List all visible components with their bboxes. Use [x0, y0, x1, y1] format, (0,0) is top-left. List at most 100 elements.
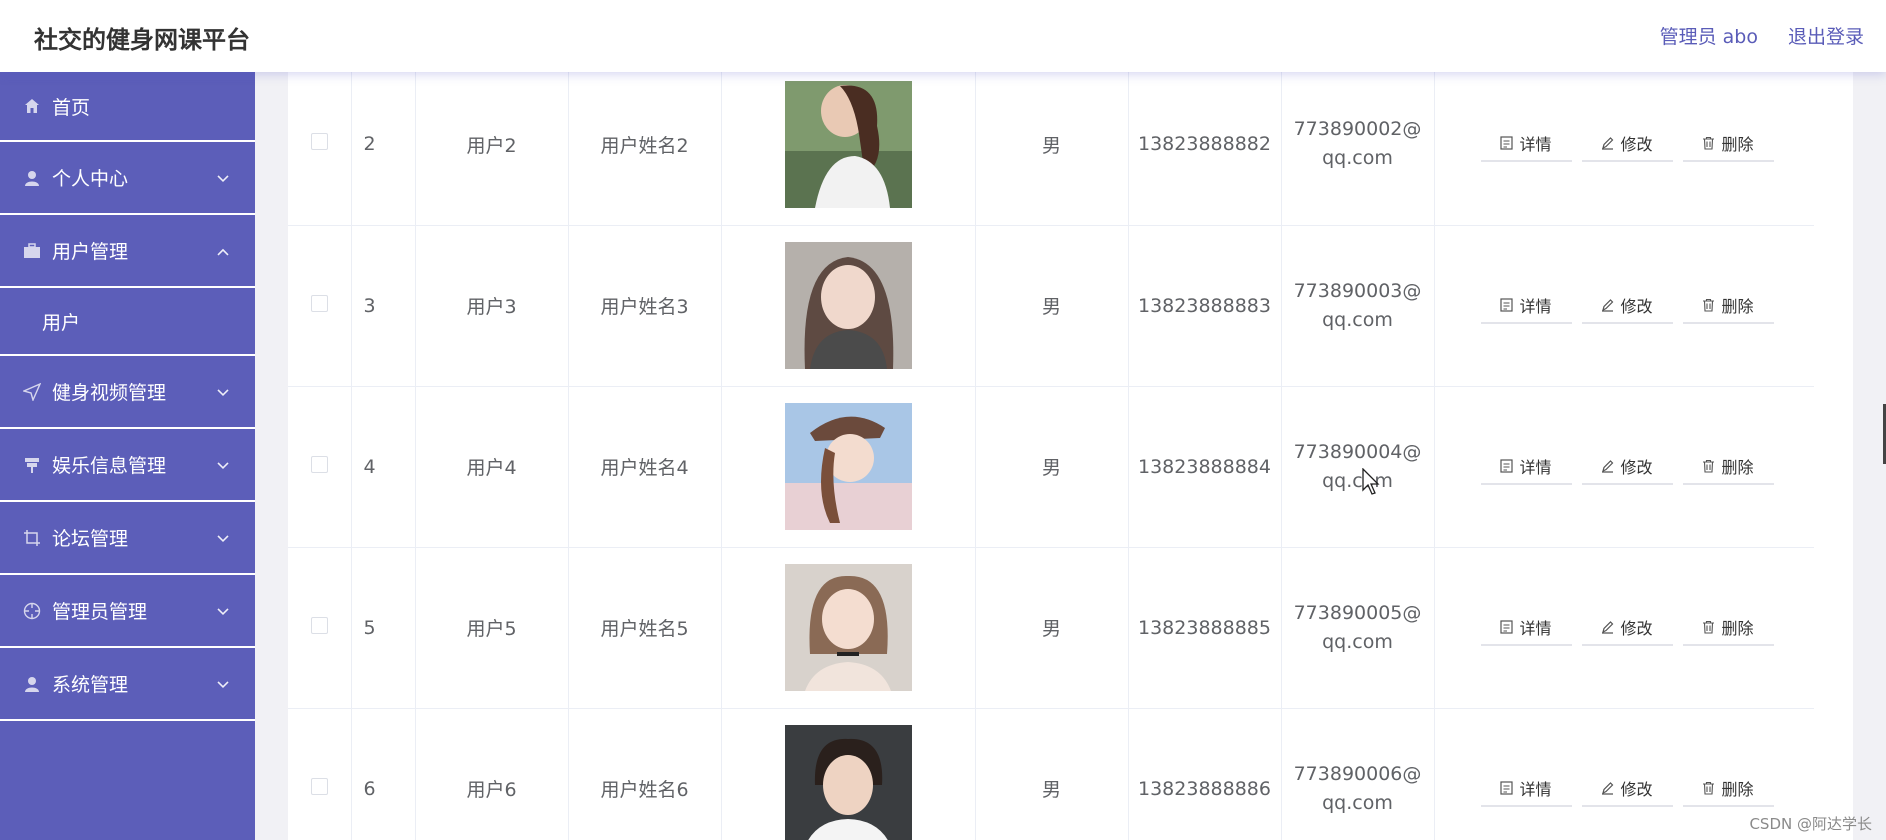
mouse-cursor-icon [1362, 468, 1380, 495]
user-account: 用户4 [415, 386, 569, 548]
sidebar-item-user-management[interactable]: 用户管理 [0, 215, 255, 288]
sidebar-item-fitness-video-management[interactable]: 健身视频管理 [0, 356, 255, 429]
trash-icon [1703, 298, 1715, 312]
delete-label: 删除 [1721, 457, 1754, 477]
user-phone: 13823888885 [1128, 547, 1282, 709]
sidebar-item-label: 健身视频管理 [52, 382, 167, 404]
edit-button[interactable]: 修改 [1581, 448, 1673, 485]
app-title: 社交的健身网课平台 [34, 26, 250, 54]
user-avatar-image [784, 80, 912, 208]
user-email: 773890003@qq.com [1281, 225, 1435, 387]
row-checkbox[interactable] [310, 777, 328, 795]
user-name: 用户姓名3 [568, 225, 722, 387]
sidebar-item-label: 管理员管理 [52, 601, 148, 623]
edit-label: 修改 [1620, 457, 1653, 477]
pencil-icon [1602, 298, 1614, 312]
sidebar-item-system-management[interactable]: 系统管理 [0, 648, 255, 721]
delete-button[interactable]: 删除 [1682, 770, 1774, 807]
user-gender: 男 [975, 225, 1129, 387]
delete-label: 删除 [1721, 779, 1754, 799]
sidebar-item-label: 系统管理 [52, 674, 129, 696]
user-phone: 13823888882 [1128, 72, 1282, 226]
avatar-cell [721, 708, 976, 840]
row-select-cell [288, 72, 352, 226]
user-phone: 13823888883 [1128, 225, 1282, 387]
main-content: 2 用户2 用户姓名2 男 13823888882 773890002@qq.c… [255, 72, 1886, 840]
pencil-icon [1602, 137, 1614, 150]
edit-label: 修改 [1620, 779, 1653, 799]
pin-icon [22, 455, 42, 475]
chevron-down-icon [217, 598, 229, 620]
sidebar-subitem-users[interactable]: 用户 [0, 288, 255, 356]
detail-button[interactable]: 详情 [1480, 770, 1572, 807]
row-index: 4 [351, 386, 416, 548]
top-header: 社交的健身网课平台 管理员 abo 退出登录 [0, 0, 1886, 72]
user-phone: 13823888886 [1128, 708, 1282, 840]
table-row: 5 用户5 用户姓名5 男 13823888885 773890005@qq.c… [288, 547, 1814, 709]
avatar-cell [721, 386, 976, 548]
trash-icon [1703, 137, 1715, 150]
sidebar-item-entertainment-info-management[interactable]: 娱乐信息管理 [0, 429, 255, 502]
chevron-down-icon [217, 379, 229, 401]
row-checkbox[interactable] [310, 455, 328, 473]
user-avatar-image [784, 242, 912, 369]
trash-icon [1703, 459, 1715, 473]
document-icon [1500, 458, 1514, 473]
detail-button[interactable]: 详情 [1480, 287, 1572, 324]
user-account: 用户6 [415, 708, 569, 840]
row-index: 6 [351, 708, 416, 840]
watermark: CSDN @阿达学长 [1749, 815, 1872, 833]
edit-label: 修改 [1620, 135, 1653, 155]
sidebar-item-personal-center[interactable]: 个人中心 [0, 142, 255, 215]
user-name: 用户姓名5 [568, 547, 722, 709]
sidebar-item-admin-management[interactable]: 管理员管理 [0, 575, 255, 648]
user-avatar-image [784, 725, 912, 840]
detail-button[interactable]: 详情 [1480, 609, 1572, 646]
row-actions: 详情 修改 删除 [1434, 225, 1814, 387]
document-icon [1500, 136, 1514, 150]
edit-button[interactable]: 修改 [1581, 609, 1673, 646]
row-actions: 详情 修改 删除 [1434, 547, 1814, 709]
document-icon [1500, 297, 1514, 312]
edit-label: 修改 [1620, 296, 1653, 316]
document-icon [1500, 780, 1514, 795]
user-icon [22, 674, 42, 694]
edit-button[interactable]: 修改 [1581, 287, 1673, 324]
crosshair-icon [22, 601, 42, 621]
logout-link[interactable]: 退出登录 [1788, 22, 1864, 49]
sidebar-item-forum-management[interactable]: 论坛管理 [0, 502, 255, 575]
row-select-cell [288, 386, 352, 548]
sidebar: 首页 个人中心 用户管理 用户 健身视频管理 娱乐信息管理 论坛管理 管理员管理… [0, 72, 255, 840]
user-email: 773890005@qq.com [1281, 547, 1435, 709]
send-icon [22, 382, 42, 402]
row-select-cell [288, 547, 352, 709]
row-checkbox[interactable] [310, 133, 328, 151]
table-row: 6 用户6 用户姓名6 男 13823888886 773890006@qq.c… [288, 708, 1814, 840]
delete-button[interactable]: 删除 [1682, 126, 1774, 163]
avatar-cell [721, 225, 976, 387]
sidebar-item-label: 用户管理 [52, 241, 129, 263]
user-table: 2 用户2 用户姓名2 男 13823888882 773890002@qq.c… [288, 72, 1814, 840]
row-index: 2 [351, 72, 416, 226]
user-table-card: 2 用户2 用户姓名2 男 13823888882 773890002@qq.c… [288, 72, 1853, 840]
edit-button[interactable]: 修改 [1581, 770, 1673, 807]
detail-label: 详情 [1519, 296, 1552, 316]
header-actions: 管理员 abo 退出登录 [1660, 22, 1864, 49]
detail-label: 详情 [1519, 135, 1552, 155]
user-name: 用户姓名6 [568, 708, 722, 840]
avatar-cell [721, 547, 976, 709]
detail-button[interactable]: 详情 [1480, 126, 1572, 163]
delete-button[interactable]: 删除 [1682, 609, 1774, 646]
user-avatar-image [784, 564, 912, 691]
edit-button[interactable]: 修改 [1581, 126, 1673, 163]
briefcase-icon [22, 241, 42, 261]
sidebar-item-home[interactable]: 首页 [0, 72, 255, 142]
table-row: 4 用户4 用户姓名4 男 13823888884 773890004@qq.c… [288, 386, 1814, 548]
row-checkbox[interactable] [310, 294, 328, 312]
detail-button[interactable]: 详情 [1480, 448, 1572, 485]
delete-button[interactable]: 删除 [1682, 448, 1774, 485]
user-gender: 男 [975, 708, 1129, 840]
edit-label: 修改 [1620, 618, 1653, 638]
delete-button[interactable]: 删除 [1682, 287, 1774, 324]
row-checkbox[interactable] [310, 616, 328, 634]
